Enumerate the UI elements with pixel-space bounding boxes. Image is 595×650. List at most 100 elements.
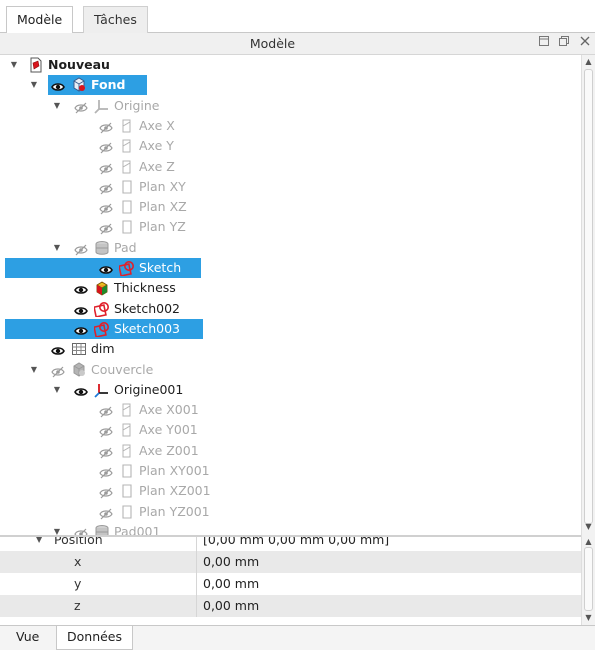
tree-item[interactable]: Sketch [0,258,581,278]
pad-icon [94,524,110,535]
eye-hidden-icon[interactable] [99,465,113,479]
eye-hidden-icon[interactable] [99,485,113,499]
plane-icon [119,483,135,499]
tree-item[interactable]: dim [0,339,581,359]
scroll-down-icon[interactable]: ▼ [582,521,595,533]
tree-item-label: dim [91,341,115,357]
tree-item[interactable]: Axe Y001 [0,420,581,440]
property-value[interactable]: [0,00 mm 0,00 mm 0,00 mm] [196,537,581,551]
tree-item[interactable]: ▼ Couvercle [0,360,581,380]
eye-hidden-icon[interactable] [99,424,113,438]
property-name: x [0,551,195,573]
tree-item[interactable]: ▼ Origine001 [0,380,581,400]
eye-visible-icon[interactable] [51,343,65,355]
axis-icon [119,159,135,175]
property-value[interactable]: 0,00 mm [196,595,581,617]
origin-icon [94,382,110,398]
eye-hidden-icon[interactable] [99,506,113,520]
eye-visible-icon[interactable] [99,262,113,274]
property-value[interactable]: 0,00 mm [196,573,581,595]
eye-hidden-icon[interactable] [51,364,65,377]
tree-item[interactable]: ▼ Fond [0,75,581,96]
scroll-up-icon[interactable]: ▲ [582,56,595,68]
eye-hidden-icon[interactable] [99,404,113,418]
tree-item[interactable]: Plan XZ [0,197,581,217]
tree-item-label: Plan YZ [139,219,186,235]
tree-item[interactable]: Axe Y [0,136,581,156]
close-icon[interactable] [578,35,592,51]
tree-item[interactable]: Axe Z001 [0,441,581,461]
expand-arrow-icon[interactable]: ▼ [51,96,63,116]
tree-item-label: Sketch [139,260,182,275]
tree-item[interactable]: Plan XY [0,177,581,197]
tree-item[interactable]: Plan XZ001 [0,481,581,501]
plane-icon [119,179,135,195]
property-row[interactable]: x 0,00 mm [0,551,581,573]
scroll-thumb[interactable] [584,69,593,524]
property-view: ▼ Position [0,00 mm 0,00 mm 0,00 mm] x 0,00 … [0,535,581,625]
expand-arrow-icon[interactable]: ▼ [51,238,63,258]
restore-icon[interactable] [537,35,551,51]
prop-scroll-thumb[interactable] [584,547,593,611]
tree-item[interactable]: ▼ Pad001 [0,522,581,535]
axis-icon [119,118,135,134]
tree-item-label: Pad001 [114,523,161,535]
expand-arrow-icon[interactable]: ▼ [51,522,63,535]
eye-hidden-icon[interactable] [99,201,113,215]
tree-item[interactable]: ▼ Nouveau [0,55,581,75]
tree-item[interactable]: ▼ Pad [0,238,581,258]
tree-item[interactable]: ▼ Origine [0,96,581,116]
sketch-icon [118,260,135,277]
eye-hidden-icon[interactable] [99,445,113,459]
tab-donnees[interactable]: Données [56,626,134,650]
eye-hidden-icon[interactable] [99,120,113,134]
body-icon [71,361,87,378]
sketch-icon [93,301,110,318]
tab-vue-label: Vue [16,629,40,644]
plane-icon [119,199,135,215]
expand-arrow-icon[interactable]: ▼ [8,55,20,75]
axis-icon [119,422,135,438]
eye-hidden-icon[interactable] [99,140,113,154]
eye-hidden-icon[interactable] [99,221,113,235]
eye-hidden-icon[interactable] [99,181,113,195]
eye-visible-icon[interactable] [74,384,88,396]
tree-item[interactable]: Axe X [0,116,581,136]
tree-item[interactable]: Sketch003 [0,318,581,339]
property-row[interactable]: z 0,00 mm [0,595,581,617]
eye-visible-icon[interactable] [74,303,88,315]
eye-hidden-icon[interactable] [99,161,113,174]
axis-icon [119,443,135,459]
tree-item[interactable]: Plan YZ [0,217,581,237]
property-row[interactable]: ▼ Position [0,00 mm 0,00 mm 0,00 mm] [0,537,581,551]
expand-arrow-icon[interactable]: ▼ [28,360,40,380]
eye-hidden-icon[interactable] [74,526,88,535]
tree-item[interactable]: Plan YZ001 [0,502,581,522]
eye-hidden-icon[interactable] [74,242,88,256]
axis-icon [119,138,135,154]
property-scrollbar[interactable]: ▲ ▼ [581,535,595,625]
tree-item-label: Axe X001 [139,402,199,418]
expand-arrow-icon[interactable]: ▼ [36,537,42,551]
expand-arrow-icon[interactable]: ▼ [28,75,40,95]
tree-item[interactable]: Sketch002 [0,299,581,319]
tab-vue[interactable]: Vue [6,626,49,650]
tab-modele[interactable]: Modèle [6,6,74,34]
eye-visible-icon[interactable] [74,282,88,295]
prop-scroll-down-icon[interactable]: ▼ [582,612,595,624]
eye-visible-icon[interactable] [74,323,88,335]
expand-arrow-icon[interactable]: ▼ [51,380,63,400]
tree-item[interactable]: Thickness [0,278,581,298]
tree-item[interactable]: Plan XY001 [0,461,581,481]
tree-item-label: Plan XY001 [139,463,210,478]
eye-visible-icon[interactable] [51,79,65,92]
tree-scrollbar[interactable]: ▲ ▼ [581,55,595,535]
property-name: y [0,573,195,595]
tab-taches[interactable]: Tâches [83,6,148,33]
property-row[interactable]: y 0,00 mm [0,573,581,595]
float-icon[interactable] [557,35,571,51]
tree-item[interactable]: Axe Z [0,157,581,177]
eye-hidden-icon[interactable] [74,100,88,114]
tree-item[interactable]: Axe X001 [0,400,581,420]
property-value[interactable]: 0,00 mm [196,551,581,573]
